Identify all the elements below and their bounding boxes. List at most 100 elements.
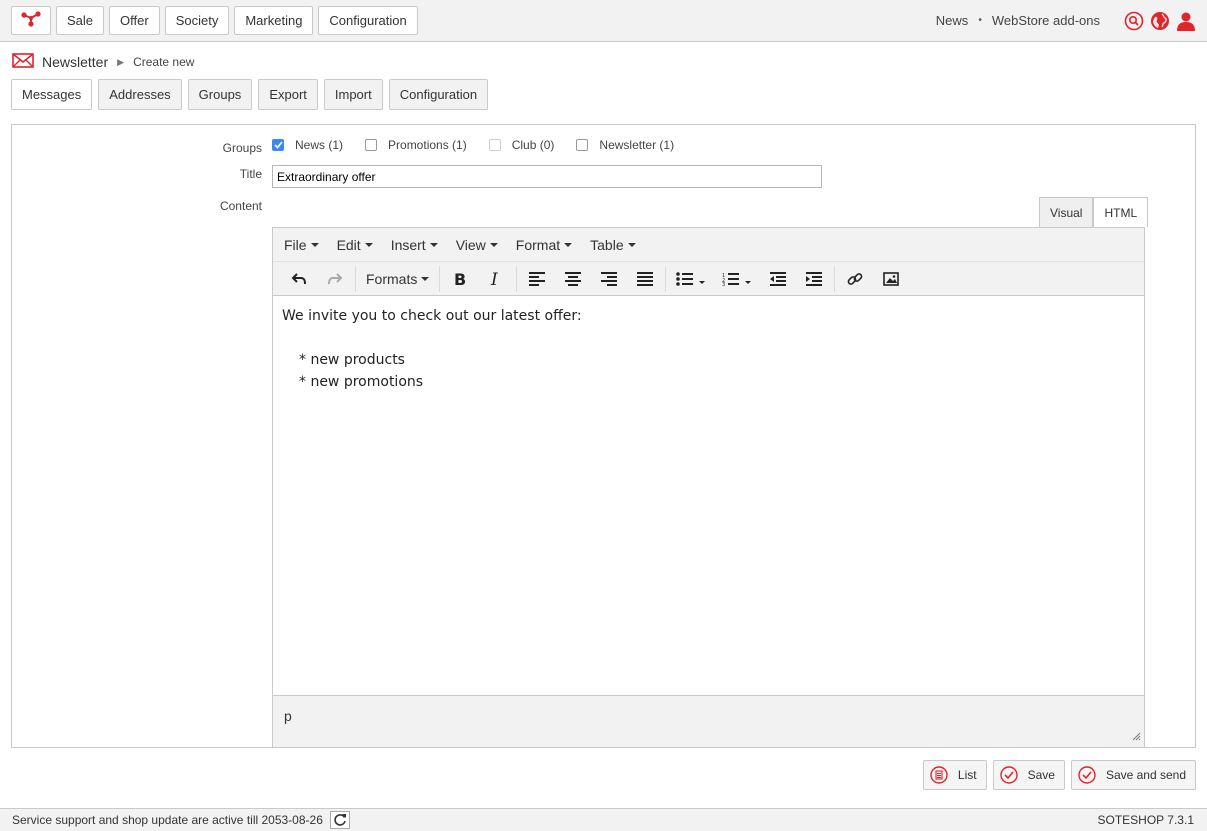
- menu-edit[interactable]: Edit: [337, 237, 373, 253]
- resize-handle-icon[interactable]: [1132, 729, 1141, 744]
- group-club: Club (0): [488, 138, 555, 152]
- group-club-checkbox: [488, 139, 501, 151]
- align-right-button[interactable]: [591, 265, 627, 293]
- nav-marketing[interactable]: Marketing: [234, 6, 314, 35]
- redo-button[interactable]: [317, 265, 353, 293]
- svg-text:I: I: [490, 271, 498, 287]
- tab-import[interactable]: Import: [323, 79, 383, 110]
- formats-label: Formats: [366, 270, 418, 287]
- italic-button[interactable]: I: [478, 265, 514, 293]
- save-and-send-label: Save and send: [1105, 768, 1186, 782]
- link-button[interactable]: [837, 265, 873, 293]
- nav-offer[interactable]: Offer: [109, 6, 160, 35]
- toolbar-separator: [439, 265, 441, 292]
- content-item: * new promotions: [299, 374, 424, 390]
- save-button[interactable]: Save: [992, 760, 1065, 790]
- toolbar-separator: [355, 265, 356, 292]
- element-path[interactable]: p: [284, 708, 292, 724]
- bold-button[interactable]: B: [442, 265, 478, 293]
- caret-down-icon: [429, 242, 438, 247]
- group-newsletter-checkbox[interactable]: [576, 139, 589, 151]
- undo-icon: [291, 272, 306, 284]
- check-circle-icon: [999, 766, 1018, 784]
- groups-checkboxes: News (1) Promotions (1) Club (0) Newslet…: [272, 138, 696, 152]
- caret-down-icon: [421, 276, 430, 281]
- tab-configuration[interactable]: Configuration: [388, 79, 489, 110]
- globe-icon[interactable]: [1149, 10, 1170, 31]
- title-input[interactable]: [272, 165, 822, 188]
- formats-dropdown[interactable]: Formats: [358, 265, 437, 293]
- main-nav: Sale Offer Society Marketing Configurati…: [56, 6, 418, 35]
- align-center-button[interactable]: [555, 265, 591, 293]
- tab-messages[interactable]: Messages: [11, 79, 93, 110]
- toolbar-separator: [516, 265, 518, 292]
- menu-insert[interactable]: Insert: [391, 237, 438, 253]
- align-justify-icon: [637, 271, 654, 286]
- bullet-list-button[interactable]: [668, 265, 714, 293]
- breadcrumb: Newsletter ▶ Create new: [12, 53, 194, 71]
- undo-button[interactable]: [281, 265, 317, 293]
- menu-table[interactable]: Table: [590, 236, 636, 253]
- user-icon[interactable]: [1175, 10, 1196, 31]
- tab-visual[interactable]: Visual: [1039, 197, 1094, 227]
- editor-menubar: File Edit Insert View Format Table: [273, 228, 1144, 261]
- editor-content[interactable]: We invite you to check out our latest of…: [273, 296, 1144, 696]
- numbered-list-button[interactable]: 123: [714, 265, 760, 293]
- group-promotions-checkbox[interactable]: [365, 139, 378, 151]
- toolbar-separator: [665, 265, 667, 292]
- nav-society[interactable]: Society: [164, 6, 230, 35]
- group-promotions[interactable]: Promotions (1): [365, 138, 467, 152]
- image-button[interactable]: [873, 265, 909, 293]
- caret-down-icon: [364, 242, 373, 247]
- save-and-send-button[interactable]: Save and send: [1070, 760, 1196, 790]
- news-link[interactable]: News: [936, 13, 969, 28]
- align-justify-button[interactable]: [627, 265, 663, 293]
- outdent-button[interactable]: [760, 265, 796, 293]
- group-club-label: Club (0): [511, 138, 555, 152]
- form-actions: List Save Save and send: [922, 760, 1196, 790]
- bullet-list-icon: [676, 271, 706, 286]
- content-area: Newsletter ▶ Create new Messages Address…: [0, 42, 1207, 808]
- tab-export[interactable]: Export: [258, 79, 318, 110]
- search-icon[interactable]: [1123, 10, 1144, 31]
- menu-file[interactable]: File: [284, 237, 319, 253]
- breadcrumb-newsletter[interactable]: Newsletter: [42, 54, 108, 70]
- tab-groups[interactable]: Groups: [187, 79, 253, 110]
- align-left-button[interactable]: [519, 265, 555, 293]
- menu-view[interactable]: View: [456, 237, 498, 253]
- menu-view-label: View: [455, 236, 486, 253]
- webstore-addons-link[interactable]: WebStore add-ons: [992, 13, 1100, 28]
- content-intro: We invite you to check out our latest of…: [282, 308, 582, 324]
- envelope-icon: [12, 53, 34, 71]
- outdent-icon: [770, 271, 787, 286]
- caret-down-icon: [627, 242, 636, 247]
- nav-configuration[interactable]: Configuration: [318, 6, 418, 35]
- indent-button[interactable]: [796, 265, 832, 293]
- editor-toolbar: Formats B I 1 2 3: [273, 261, 1144, 296]
- menu-insert-label: Insert: [390, 236, 426, 253]
- nav-sale[interactable]: Sale: [56, 6, 105, 35]
- link-separator: •: [978, 15, 982, 26]
- menu-table-label: Table: [590, 236, 624, 253]
- image-icon: [883, 271, 900, 286]
- group-newsletter[interactable]: Newsletter (1): [576, 138, 674, 152]
- refresh-button[interactable]: [330, 811, 350, 829]
- tab-addresses[interactable]: Addresses: [98, 79, 182, 110]
- tab-html[interactable]: HTML: [1093, 197, 1149, 227]
- top-bar: Sale Offer Society Marketing Configurati…: [0, 0, 1207, 42]
- caret-down-icon: [310, 242, 319, 247]
- check-circle-icon: [1078, 766, 1096, 784]
- redo-icon: [328, 272, 343, 284]
- group-news-checkbox[interactable]: [272, 139, 284, 151]
- top-icons: [1123, 10, 1196, 31]
- content-item: * new products: [299, 352, 405, 368]
- toolbar-separator: [834, 265, 836, 292]
- home-logo-button[interactable]: [11, 6, 51, 35]
- editor-mode-tabs: Visual HTML: [1039, 197, 1149, 227]
- refresh-icon: [334, 814, 346, 826]
- caret-down-icon: [564, 242, 573, 247]
- list-icon: [930, 766, 948, 784]
- menu-format[interactable]: Format: [516, 237, 573, 253]
- group-news[interactable]: News (1): [272, 138, 343, 152]
- list-button[interactable]: List: [922, 760, 987, 790]
